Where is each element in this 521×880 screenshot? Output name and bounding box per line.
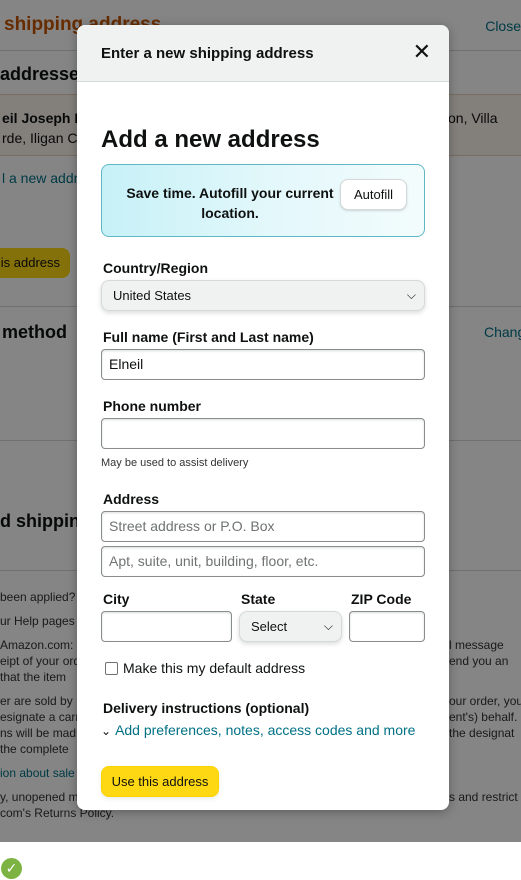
phone-hint: May be used to assist delivery bbox=[101, 457, 249, 469]
chevron-down-icon: ⌄ bbox=[101, 724, 112, 738]
state-select[interactable]: Select ⌵ bbox=[239, 611, 342, 642]
apt-suite-input[interactable]: Apt, suite, unit, building, floor, etc. bbox=[101, 546, 425, 577]
default-address-checkbox[interactable] bbox=[105, 662, 118, 675]
phone-label: Phone number bbox=[103, 398, 202, 414]
country-label: Country/Region bbox=[103, 260, 208, 276]
zip-input[interactable] bbox=[349, 611, 425, 642]
bottom-strip bbox=[0, 842, 521, 880]
state-select-value: Select bbox=[251, 619, 288, 634]
fullname-input[interactable]: Elneil bbox=[101, 349, 425, 380]
state-label: State bbox=[241, 591, 276, 607]
close-icon[interactable]: ✕ bbox=[413, 41, 431, 63]
new-address-modal: Enter a new shipping address ✕ Add a new… bbox=[77, 25, 449, 810]
address-label: Address bbox=[103, 491, 160, 507]
modal-header: Enter a new shipping address ✕ bbox=[77, 25, 449, 82]
autofill-banner: Save time. Autofill your current locatio… bbox=[101, 164, 425, 237]
check-circle-icon: ✓ bbox=[1, 858, 22, 879]
chevron-down-icon: ⌵ bbox=[323, 619, 333, 633]
zip-label: ZIP Code bbox=[351, 591, 412, 607]
autofill-button[interactable]: Autofill bbox=[340, 179, 407, 210]
autofill-text: Save time. Autofill your current locatio… bbox=[126, 185, 334, 221]
form-heading: Add a new address bbox=[101, 126, 320, 153]
delivery-preferences-link[interactable]: ⌄ Add preferences, notes, access codes an… bbox=[101, 722, 415, 738]
city-input[interactable] bbox=[101, 611, 232, 642]
delivery-instructions-label: Delivery instructions (optional) bbox=[103, 700, 310, 716]
street-address-input[interactable]: Street address or P.O. Box bbox=[101, 511, 425, 542]
delivery-preferences-text[interactable]: Add preferences, notes, access codes and… bbox=[115, 722, 415, 738]
phone-input[interactable] bbox=[101, 418, 425, 449]
modal-title: Enter a new shipping address bbox=[101, 45, 314, 62]
fullname-label: Full name (First and Last name) bbox=[103, 329, 314, 345]
city-label: City bbox=[103, 591, 130, 607]
default-address-label[interactable]: Make this my default address bbox=[123, 660, 305, 676]
use-this-address-button[interactable]: Use this address bbox=[101, 766, 219, 797]
country-select-value: United States bbox=[113, 288, 192, 303]
chevron-down-icon: ⌵ bbox=[406, 288, 416, 302]
country-select[interactable]: United States ⌵ bbox=[101, 280, 425, 311]
